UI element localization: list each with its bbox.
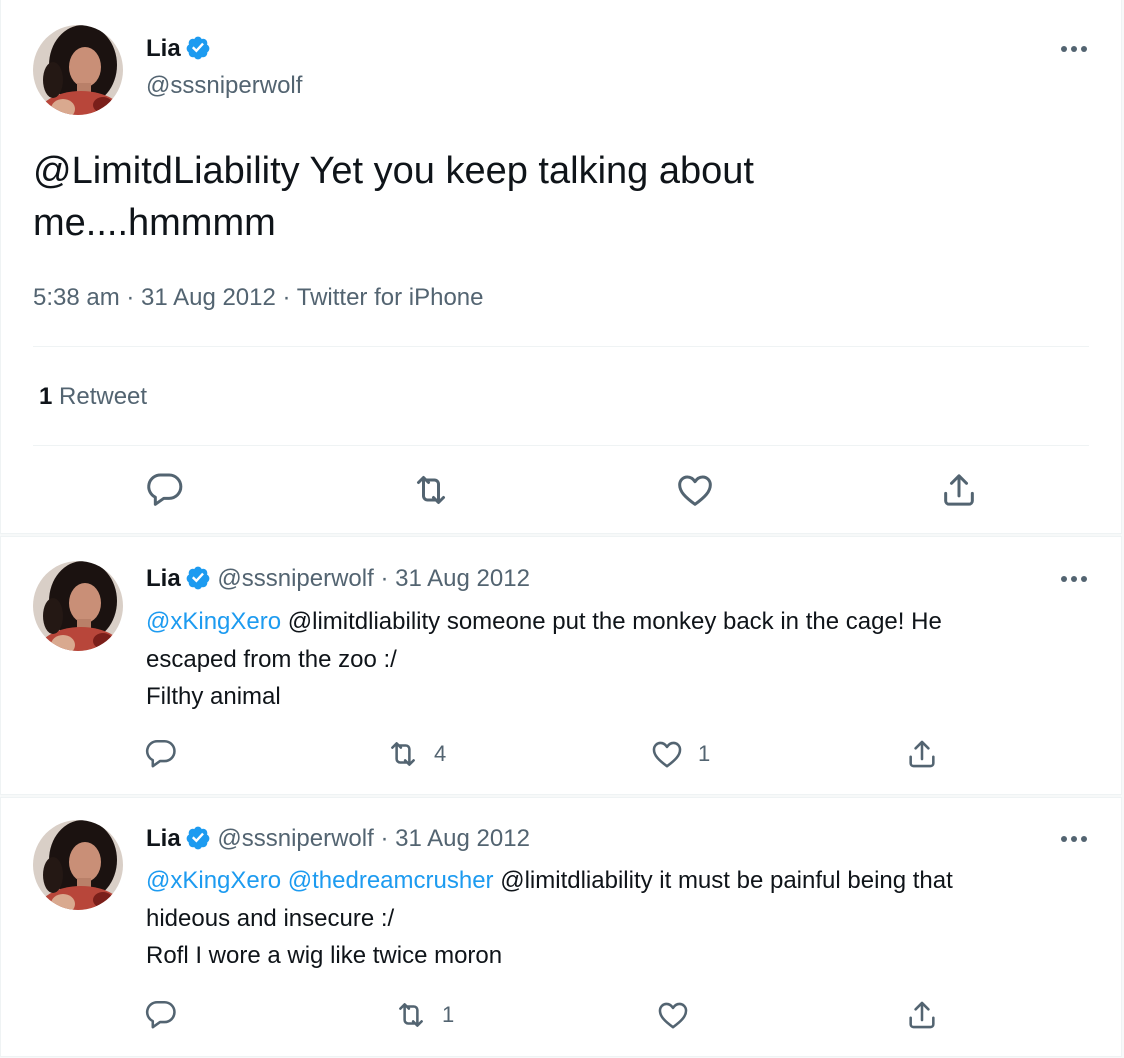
verified-badge-icon bbox=[185, 825, 211, 851]
reply-header: Lia @sssniperwolf · 31 Aug 2012 bbox=[146, 563, 530, 595]
more-options-icon[interactable] bbox=[1054, 34, 1094, 64]
share-button[interactable] bbox=[939, 470, 979, 510]
tweet-timestamp[interactable]: 5:38 am · 31 Aug 2012 · Twitter for iPho… bbox=[33, 282, 484, 314]
reply-tweet[interactable]: Lia @sssniperwolf · 31 Aug 2012 @xKingXe… bbox=[0, 536, 1122, 795]
like-button[interactable]: 1 bbox=[650, 737, 710, 771]
mention-link[interactable]: @LimitdLiability bbox=[33, 150, 300, 192]
like-icon bbox=[650, 737, 684, 771]
mention-link[interactable]: @xKingXero bbox=[146, 608, 281, 635]
reply-button[interactable] bbox=[145, 470, 185, 510]
tweet-text-line1: Yet you keep talking about bbox=[299, 150, 754, 192]
retweet-button[interactable]: 4 bbox=[386, 737, 446, 771]
author-handle[interactable]: @sssniperwolf bbox=[146, 71, 302, 101]
reply-text-line1: @limitdliability it must be painful bein… bbox=[493, 867, 953, 894]
reply-text-line1: @limitdliability someone put the monkey … bbox=[281, 608, 942, 635]
reply-icon bbox=[144, 737, 178, 771]
reply-date[interactable]: 31 Aug 2012 bbox=[395, 825, 530, 852]
author-name[interactable]: Lia bbox=[146, 35, 181, 62]
retweet-icon bbox=[386, 737, 420, 771]
author-name[interactable]: Lia bbox=[146, 565, 181, 592]
reply-text-line3: Filthy animal bbox=[146, 683, 281, 710]
like-count: 1 bbox=[698, 741, 711, 766]
reply-text: @xKingXero @limitdliability someone put … bbox=[146, 603, 1106, 716]
tweet-text: @LimitdLiability Yet you keep talking ab… bbox=[33, 145, 1093, 249]
reply-text: @xKingXero @thedreamcrusher @limitdliabi… bbox=[146, 862, 1106, 975]
like-icon bbox=[656, 998, 690, 1032]
retweet-count: 1 bbox=[442, 1002, 455, 1027]
avatar[interactable] bbox=[33, 820, 123, 910]
date-separator: · bbox=[373, 565, 396, 592]
retweet-count: 1 bbox=[39, 383, 53, 410]
mention-link[interactable]: @thedreamcrusher bbox=[288, 867, 494, 894]
main-tweet: Lia @sssniperwolf @LimitdLiability Yet y… bbox=[0, 0, 1122, 534]
share-button[interactable] bbox=[905, 737, 939, 771]
author-name[interactable]: Lia bbox=[146, 825, 181, 852]
author-handle[interactable]: @sssniperwolf bbox=[217, 565, 373, 592]
reply-tweet[interactable]: Lia @sssniperwolf · 31 Aug 2012 @xKingXe… bbox=[0, 797, 1122, 1057]
retweet-count: 4 bbox=[434, 741, 447, 766]
verified-badge-icon bbox=[185, 565, 211, 591]
share-icon bbox=[905, 998, 939, 1032]
like-button[interactable] bbox=[656, 998, 690, 1032]
share-icon bbox=[939, 470, 979, 510]
retweet-button[interactable] bbox=[411, 470, 451, 510]
reply-date[interactable]: 31 Aug 2012 bbox=[395, 565, 530, 592]
share-button[interactable] bbox=[905, 998, 939, 1032]
reply-text-line2: hideous and insecure :/ bbox=[146, 904, 395, 932]
like-button[interactable] bbox=[675, 470, 715, 510]
retweet-icon bbox=[394, 998, 428, 1032]
avatar[interactable] bbox=[33, 25, 123, 115]
reply-button[interactable] bbox=[144, 998, 178, 1032]
reply-button[interactable] bbox=[144, 737, 178, 771]
reply-icon bbox=[145, 470, 185, 510]
retweet-icon bbox=[411, 470, 451, 510]
author-handle[interactable]: @sssniperwolf bbox=[217, 825, 373, 852]
date-separator: · bbox=[373, 825, 396, 852]
more-options-icon[interactable] bbox=[1054, 824, 1094, 854]
divider bbox=[33, 445, 1089, 446]
verified-badge-icon bbox=[185, 35, 211, 61]
retweet-label: Retweet bbox=[59, 383, 148, 410]
retweet-button[interactable]: 1 bbox=[394, 998, 454, 1032]
reply-text-line3: Rofl I wore a wig like twice moron bbox=[146, 942, 503, 969]
like-icon bbox=[675, 470, 715, 510]
share-icon bbox=[905, 737, 939, 771]
more-options-icon[interactable] bbox=[1054, 564, 1094, 594]
divider bbox=[33, 346, 1089, 347]
mention-link[interactable]: @xKingXero bbox=[146, 867, 281, 894]
retweet-stats[interactable]: 1 Retweet bbox=[39, 381, 147, 413]
reply-text-line2: escaped from the zoo :/ bbox=[146, 645, 397, 673]
reply-icon bbox=[144, 998, 178, 1032]
tweet-text-line2: me....hmmmm bbox=[33, 202, 276, 244]
author-line: Lia bbox=[146, 34, 211, 67]
reply-header: Lia @sssniperwolf · 31 Aug 2012 bbox=[146, 823, 530, 855]
avatar[interactable] bbox=[33, 561, 123, 651]
